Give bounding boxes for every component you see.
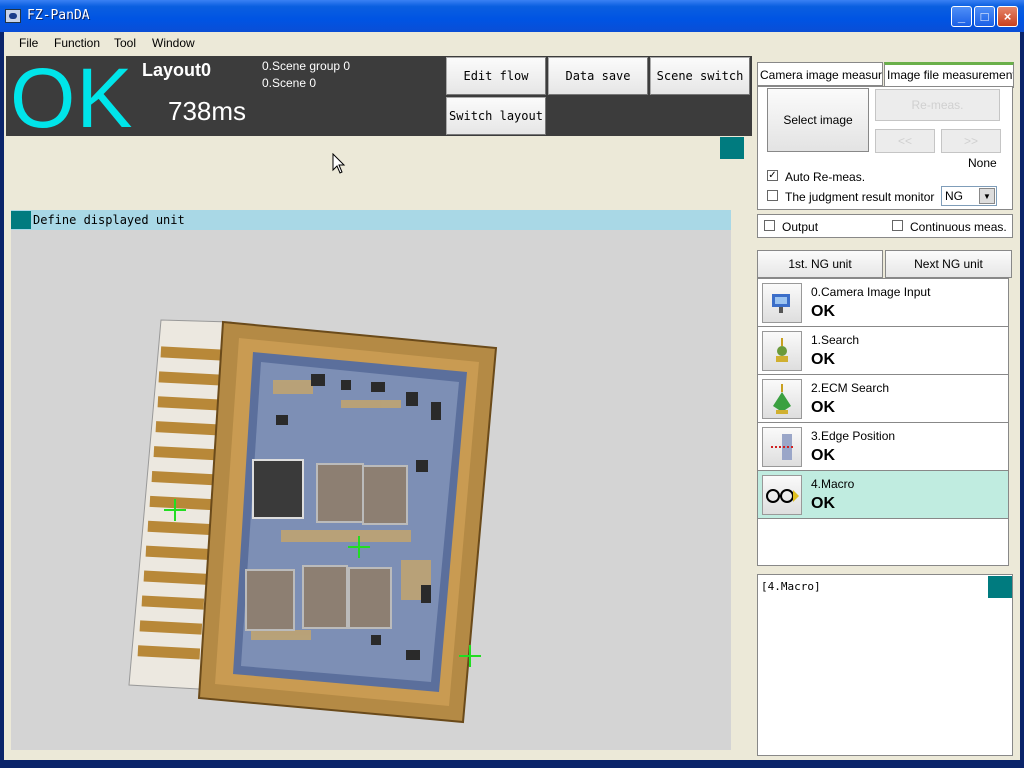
unit-result: OK — [811, 399, 835, 416]
tab-camera-image-measurement[interactable]: Camera image measurement — [757, 62, 883, 86]
judgment-monitor-label: The judgment result monitor — [785, 190, 935, 204]
prev-image-button[interactable]: << — [875, 129, 935, 153]
auto-remeas-checkbox[interactable]: ✓ — [767, 170, 778, 181]
unit-row-macro[interactable]: 4.Macro OK — [758, 471, 1008, 519]
auto-remeas-label: Auto Re-meas. — [785, 170, 866, 184]
continuous-meas-checkbox[interactable] — [892, 220, 903, 231]
menu-tool[interactable]: Tool — [114, 36, 136, 50]
search-unit-icon — [762, 331, 802, 371]
detail-text: [4.Macro] — [761, 580, 821, 593]
unit-result: OK — [811, 447, 835, 464]
ecm-search-icon — [762, 379, 802, 419]
detail-panel — [757, 574, 1013, 756]
unit-name: 4.Macro — [811, 477, 855, 491]
unit-row-search[interactable]: 1.Search OK — [758, 327, 1008, 375]
image-view[interactable] — [11, 230, 731, 750]
unit-result: OK — [811, 351, 835, 368]
app-icon[interactable] — [5, 9, 21, 23]
unit-name: 0.Camera Image Input — [811, 285, 931, 299]
next-ng-unit-button[interactable]: Next NG unit — [885, 250, 1012, 278]
unit-row-edge-position[interactable]: 3.Edge Position OK — [758, 423, 1008, 471]
image-panel-title: Define displayed unit — [33, 213, 185, 227]
title-bar[interactable] — [0, 0, 1024, 32]
judgment-monitor-checkbox[interactable] — [767, 190, 778, 201]
remeas-button[interactable]: Re-meas. — [875, 89, 1000, 121]
output-checkbox[interactable] — [764, 220, 775, 231]
camera-input-icon — [762, 283, 802, 323]
menu-function[interactable]: Function — [54, 36, 100, 50]
minimize-button[interactable]: _ — [951, 6, 972, 27]
window-title: FZ-PanDA — [27, 8, 90, 23]
switch-layout-button[interactable]: Switch layout — [446, 97, 546, 135]
unit-result: OK — [811, 495, 835, 512]
menu-window[interactable]: Window — [152, 36, 195, 50]
mouse-cursor-icon — [332, 152, 346, 178]
processing-time: 738ms — [168, 96, 247, 126]
unit-name: 2.ECM Search — [811, 381, 890, 395]
header-marker-icon — [11, 211, 31, 229]
macro-icon — [762, 475, 802, 515]
unit-result: OK — [811, 303, 835, 320]
close-button[interactable]: × — [997, 6, 1018, 27]
menu-file[interactable]: File — [19, 36, 38, 50]
edge-position-icon — [762, 427, 802, 467]
first-ng-unit-button[interactable]: 1st. NG unit — [757, 250, 883, 278]
edit-flow-button[interactable]: Edit flow — [446, 57, 546, 95]
layout-name: Layout0 — [142, 60, 212, 80]
scene-label: 0.Scene 0 — [262, 76, 317, 90]
tab-image-file-measurement[interactable]: Image file measurement — [884, 62, 1014, 88]
panel-toggle-icon[interactable] — [720, 137, 744, 159]
scene-group-label: 0.Scene group 0 — [262, 59, 351, 73]
measured-image — [128, 319, 498, 724]
output-label: Output — [782, 220, 819, 234]
continuous-meas-label: Continuous meas. — [910, 220, 1007, 234]
overall-judgement: OK — [10, 51, 134, 145]
scene-switch-button[interactable]: Scene switch — [650, 57, 750, 95]
unit-row-ecm-search[interactable]: 2.ECM Search OK — [758, 375, 1008, 423]
maximize-button[interactable]: □ — [974, 6, 995, 27]
chevron-down-icon[interactable]: ▼ — [979, 188, 995, 204]
unit-name: 3.Edge Position — [811, 429, 896, 443]
unit-name: 1.Search — [811, 333, 860, 347]
next-image-button[interactable]: >> — [941, 129, 1001, 153]
data-save-button[interactable]: Data save — [548, 57, 648, 95]
unit-row-camera-image-input[interactable]: 0.Camera Image Input OK — [758, 279, 1008, 327]
select-image-button[interactable]: Select image — [767, 88, 869, 152]
image-file-name: None — [968, 156, 997, 170]
detail-toggle-icon[interactable] — [988, 576, 1012, 598]
